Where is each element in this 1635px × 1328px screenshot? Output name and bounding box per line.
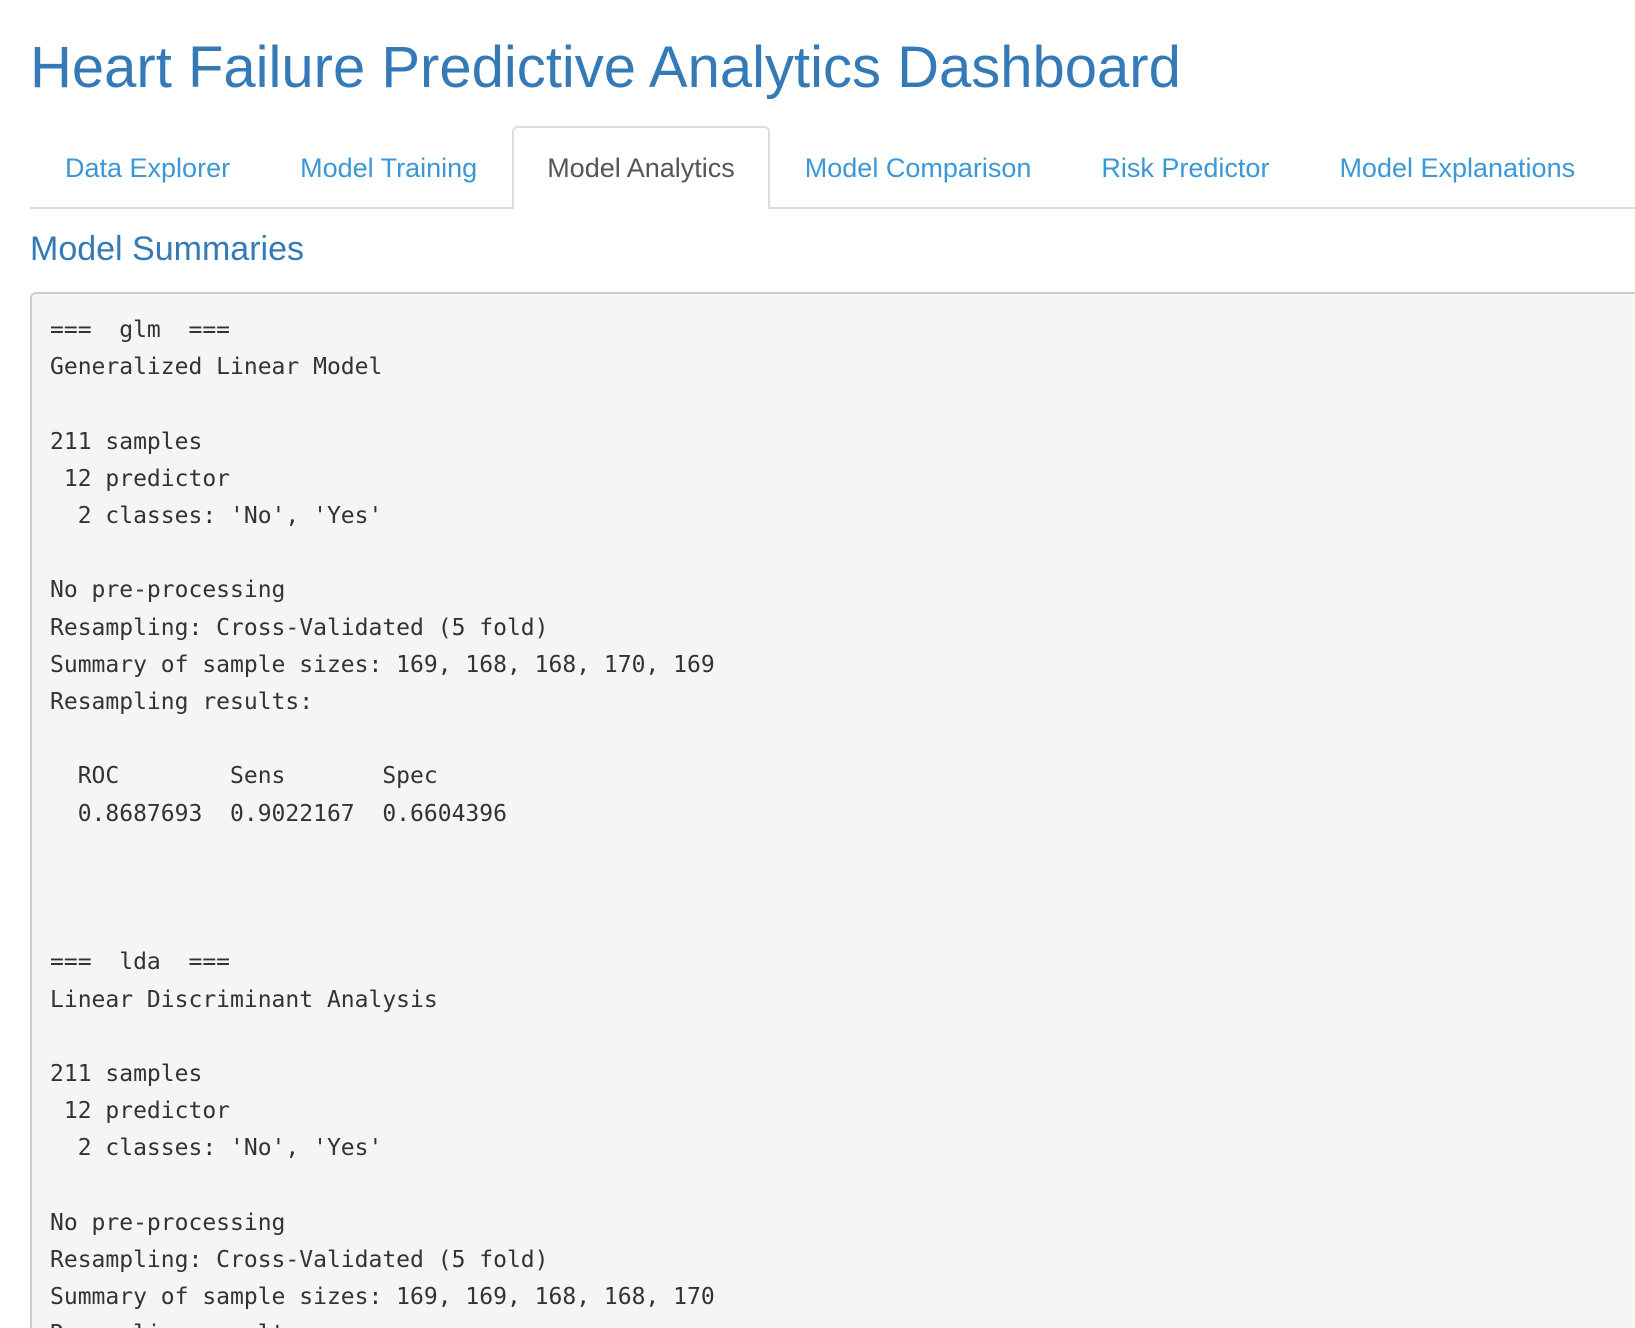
tab-model-analytics[interactable]: Model Analytics [512, 126, 770, 209]
tab-bar: Data Explorer Model Training Model Analy… [30, 124, 1635, 209]
page-title: Heart Failure Predictive Analytics Dashb… [30, 35, 1181, 100]
model-summary-output[interactable]: === glm === Generalized Linear Model 211… [30, 292, 1635, 1328]
tab-data-explorer[interactable]: Data Explorer [30, 126, 265, 207]
model-summary-text: === glm === Generalized Linear Model 211… [50, 317, 715, 1328]
tab-model-comparison[interactable]: Model Comparison [770, 126, 1067, 207]
tab-model-training[interactable]: Model Training [265, 126, 512, 207]
tab-risk-predictor[interactable]: Risk Predictor [1066, 126, 1304, 207]
section-title: Model Summaries [30, 230, 304, 268]
tab-model-explanations[interactable]: Model Explanations [1304, 126, 1610, 207]
